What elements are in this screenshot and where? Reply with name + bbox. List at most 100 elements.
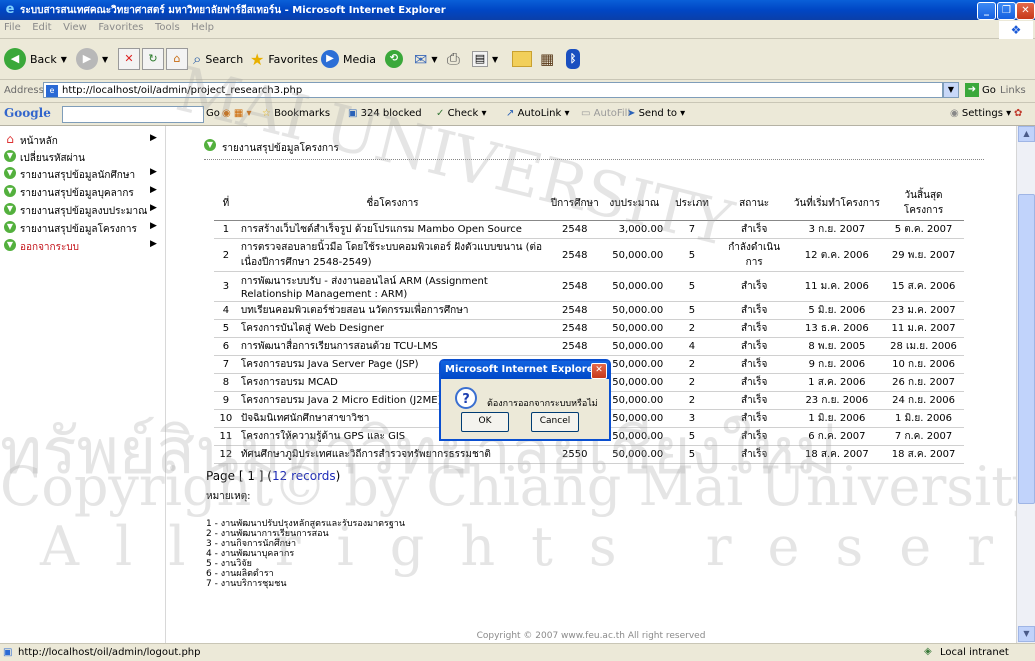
submenu-arrow-icon: ▶ — [150, 203, 157, 213]
links-button[interactable]: Links — [1000, 85, 1026, 96]
dialog-title: Microsoft Internet Explorer — [441, 361, 609, 379]
dialog-close-button[interactable]: ✕ — [591, 363, 607, 379]
cell-status: สำเร็จ — [717, 271, 791, 302]
bullet-icon: ▼ — [4, 185, 16, 197]
address-dropdown-button[interactable]: ▼ — [943, 82, 959, 98]
menu-bar: File Edit View Favorites Tools Help ❖ — [0, 20, 1035, 41]
back-button[interactable]: ◀ Back ▼ — [4, 47, 67, 71]
cell-start-date: 3 ก.ย. 2007 — [790, 220, 884, 239]
pagerank-icon[interactable]: ◉ ▦ ▾ — [222, 108, 252, 119]
refresh-icon: ↻ — [142, 48, 164, 70]
cell-project-name: การตรวจสอบลายนิ้วมือ โดยใช้ระบบคอมพิวเตอ… — [237, 238, 548, 272]
bookmarks-button[interactable]: ☆ Bookmarks — [262, 108, 330, 119]
col-header-budget: งบประมาณ — [602, 186, 667, 221]
nav-item-home[interactable]: ⌂ หน้าหลัก ▶ — [2, 132, 162, 150]
address-label: Address — [4, 85, 44, 96]
sendto-button[interactable]: ➤ Send to ▾ — [627, 108, 685, 119]
cell-status: สำเร็จ — [717, 373, 791, 392]
print-button[interactable]: ⎙ — [447, 47, 460, 71]
dropdown-arrow-icon: ▼ — [492, 54, 499, 64]
copyright-footer: Copyright © 2007 www.feu.ac.th All right… — [476, 631, 706, 641]
search-button[interactable]: ⌕ Search — [193, 47, 243, 71]
settings-button[interactable]: ◉ Settings ▾ — [950, 108, 1011, 119]
col-header-start-date: วันที่เริ่มทำโครงการ — [790, 186, 884, 221]
autofill-button[interactable]: ▭ AutoFill — [581, 108, 630, 119]
page-status-icon: ▣ — [3, 647, 13, 658]
address-input[interactable]: e http://localhost/oil/admin/project_res… — [43, 82, 943, 98]
cell-type: 5 — [666, 445, 718, 464]
nav-item-student-report[interactable]: ▼ รายงานสรุปข้อมูลนักศึกษา ▶ — [2, 166, 162, 184]
scroll-thumb[interactable] — [1018, 194, 1035, 504]
autolink-button[interactable]: ↗ AutoLink ▾ — [506, 108, 569, 119]
research-button[interactable]: ▦ — [540, 47, 554, 71]
cell-status: สำเร็จ — [717, 319, 791, 338]
cell-status: สำเร็จ — [717, 301, 791, 320]
cell-academic-year: 2548 — [547, 220, 603, 239]
menu-file[interactable]: File — [0, 20, 25, 35]
cell-status: สำเร็จ — [717, 355, 791, 374]
bullet-icon: ▼ — [4, 203, 16, 215]
cell-budget: 50,000.00 — [602, 373, 667, 392]
cell-start-date: 1 มิ.ย. 2006 — [790, 409, 884, 428]
maximize-button[interactable]: ❐ — [997, 2, 1016, 20]
stop-button[interactable]: ✕ — [118, 47, 140, 71]
home-button[interactable]: ⌂ — [166, 47, 188, 71]
legend-item: 3 - งานกิจการนักศึกษา — [206, 539, 297, 549]
nav-item-personnel-report[interactable]: ▼ รายงานสรุปข้อมูลบุคลากร ▶ — [2, 184, 162, 202]
google-logo[interactable]: Google — [4, 106, 51, 120]
cell-academic-year: 2548 — [547, 337, 603, 356]
go-button[interactable]: ➜ Go — [965, 83, 996, 97]
forward-button[interactable]: ▶ ▼ — [76, 47, 108, 71]
ok-button[interactable]: OK — [461, 412, 509, 432]
minimize-button[interactable]: _ — [977, 2, 996, 20]
legend-item: 6 - งานผลิตตำรา — [206, 569, 274, 579]
folder-button[interactable] — [512, 47, 532, 71]
cell-no: 8 — [214, 373, 238, 392]
nav-item-budget-report[interactable]: ▼ รายงานสรุปข้อมูลงบประมาณ ▶ — [2, 202, 162, 220]
edit-button[interactable]: ▤ ▼ — [472, 47, 498, 71]
refresh-button[interactable]: ↻ — [142, 47, 164, 71]
google-search-input[interactable] — [62, 106, 204, 123]
go-arrow-icon: ➜ — [965, 83, 979, 97]
cell-budget: 50,000.00 — [602, 319, 667, 338]
nav-item-project-report[interactable]: ▼ รายงานสรุปข้อมูลโครงการ ▶ — [2, 220, 162, 238]
cell-type: 5 — [666, 427, 718, 446]
bluetooth-button[interactable]: ᛒ — [566, 47, 580, 71]
nav-item-change-password[interactable]: ▼ เปลี่ยนรหัสผ่าน — [2, 149, 162, 167]
menu-help[interactable]: Help — [187, 20, 218, 35]
cell-type: 5 — [666, 301, 718, 320]
bullet-icon: ▼ — [4, 167, 16, 179]
cell-start-date: 6 ก.ค. 2007 — [790, 427, 884, 446]
extension-icon[interactable]: ✿ — [1014, 108, 1022, 119]
popup-blocked-button[interactable]: ▣ 324 blocked — [348, 108, 422, 119]
popup-blocker-icon: ▣ — [348, 108, 358, 119]
scroll-up-button[interactable]: ▲ — [1018, 126, 1035, 142]
media-button[interactable]: ▶ Media — [321, 47, 376, 71]
cell-budget: 50,000.00 — [602, 301, 667, 320]
menu-favorites[interactable]: Favorites — [94, 20, 147, 35]
cell-budget: 50,000.00 — [602, 355, 667, 374]
table-row: 5 โครงการบันไดสู่ Web Designer 2548 50,000.… — [214, 319, 964, 338]
nav-item-label: เปลี่ยนรหัสผ่าน — [20, 153, 85, 164]
favorites-button[interactable]: ★ Favorites — [250, 47, 318, 71]
autofill-label: AutoFill — [593, 108, 631, 119]
history-button[interactable]: ⟲ — [385, 47, 403, 71]
spellcheck-button[interactable]: ✓ Check ▾ — [436, 108, 487, 119]
nav-item-logout[interactable]: ▼ ออกจากระบบ ▶ — [2, 238, 162, 256]
google-go-button[interactable]: Go — [206, 108, 220, 119]
cell-end-date: 18 ส.ค. 2007 — [883, 445, 964, 464]
cell-status: กำลังดำเนินการ — [717, 238, 791, 272]
blocked-label: 324 blocked — [360, 108, 422, 119]
col-header-type: ประเภท — [666, 186, 718, 221]
menu-view[interactable]: View — [59, 20, 91, 35]
mail-button[interactable]: ✉ ▼ — [414, 47, 438, 71]
cancel-button[interactable]: Cancel — [531, 412, 579, 432]
nav-item-label: ออกจากระบบ — [20, 242, 80, 253]
vertical-scrollbar[interactable]: ▲ ▼ — [1016, 126, 1035, 643]
bookmark-star-icon: ☆ — [262, 108, 271, 119]
menu-tools[interactable]: Tools — [151, 20, 184, 35]
submenu-arrow-icon: ▶ — [150, 221, 157, 231]
menu-edit[interactable]: Edit — [28, 20, 55, 35]
scroll-down-button[interactable]: ▼ — [1018, 626, 1035, 642]
close-button[interactable]: ✕ — [1016, 2, 1035, 20]
